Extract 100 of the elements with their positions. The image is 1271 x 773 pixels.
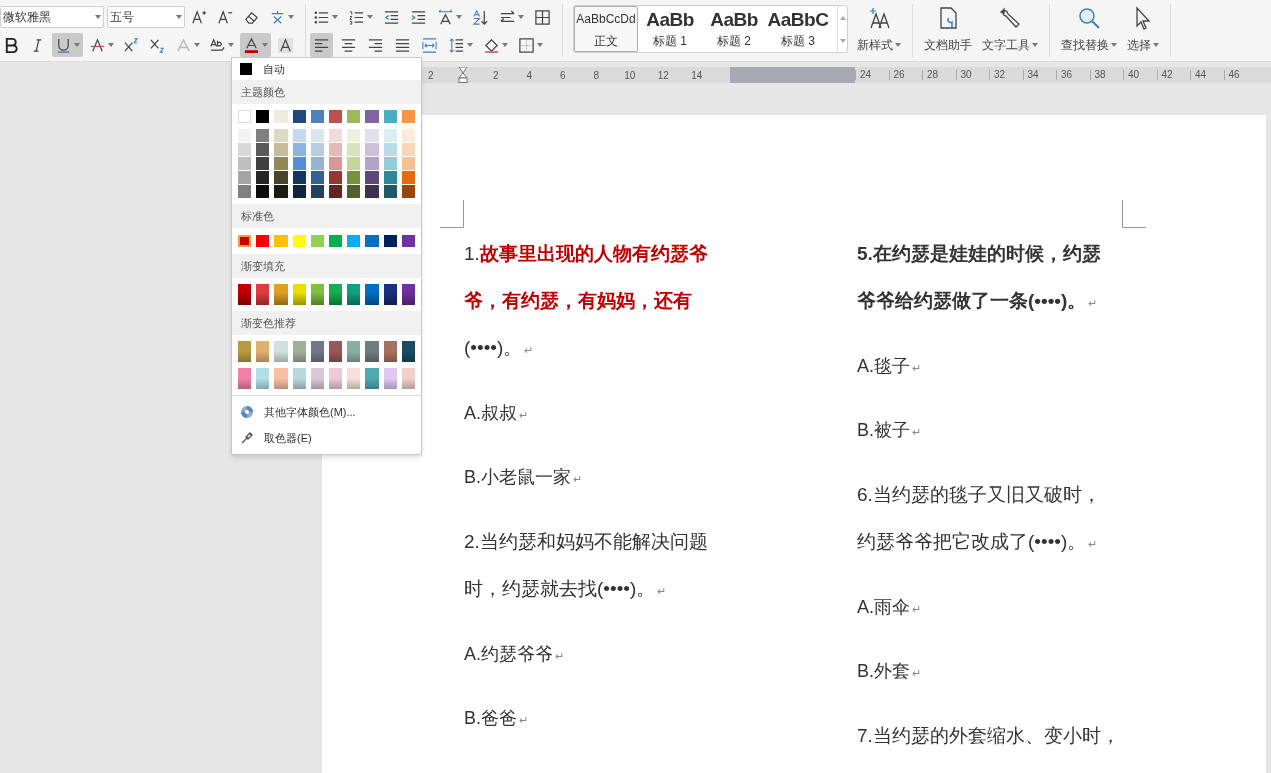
font-name-dropdown[interactable]: 微软雅黑 [0,6,104,28]
indent-marker-icon[interactable] [458,67,468,83]
more-colors-item[interactable]: 其他字体颜色(M)... [232,399,421,425]
color-swatch[interactable] [256,143,270,156]
gradient-swatch[interactable] [274,284,288,305]
gradient-swatch[interactable] [401,284,415,305]
color-swatch[interactable] [256,157,270,170]
gradient-swatch[interactable] [329,368,343,389]
color-swatch[interactable] [274,235,288,247]
color-swatch[interactable] [292,110,306,123]
select-button[interactable]: 选择 [1122,0,1164,61]
gradient-swatch[interactable] [310,284,324,305]
color-swatch[interactable] [238,110,252,123]
gradient-swatch[interactable] [401,368,415,389]
color-swatch[interactable] [401,143,415,156]
color-swatch[interactable] [329,110,343,123]
color-swatch[interactable] [274,185,288,198]
color-swatch[interactable] [365,110,379,123]
gradient-swatch[interactable] [310,341,324,362]
color-swatch[interactable] [256,185,270,198]
color-swatch[interactable] [365,129,379,142]
color-swatch[interactable] [292,235,306,247]
color-swatch[interactable] [401,171,415,184]
align-left-button[interactable] [310,33,333,57]
color-swatch[interactable] [292,143,306,156]
text-tools-button[interactable]: 文字工具 [977,0,1043,61]
gradient-swatch[interactable] [274,341,288,362]
gradient-swatch[interactable] [292,368,306,389]
scroll-up-icon[interactable] [839,15,846,20]
color-swatch[interactable] [256,171,270,184]
color-swatch[interactable] [238,143,252,156]
style-item[interactable]: AaBbCcDd 正文 [574,6,638,52]
color-swatch[interactable] [401,235,415,247]
gradient-swatch[interactable] [365,284,379,305]
gradient-swatch[interactable] [256,368,270,389]
style-item[interactable]: AaBb 标题 1 [638,6,702,52]
color-swatch[interactable] [310,171,324,184]
gallery-scrollbar[interactable] [837,6,847,52]
color-swatch[interactable] [310,157,324,170]
color-swatch[interactable] [347,157,361,170]
color-swatch[interactable] [401,129,415,142]
find-replace-button[interactable]: 查找替换 [1056,0,1122,61]
gradient-swatch[interactable] [310,368,324,389]
color-swatch[interactable] [347,129,361,142]
color-swatch[interactable] [347,143,361,156]
color-swatch[interactable] [256,235,270,247]
color-swatch[interactable] [383,110,397,123]
color-swatch[interactable] [383,157,397,170]
gradient-swatch[interactable] [383,368,397,389]
gradient-swatch[interactable] [347,341,361,362]
color-swatch[interactable] [383,185,397,198]
new-style-button[interactable]: 新样式 [852,0,906,61]
gradient-swatch[interactable] [329,284,343,305]
color-swatch[interactable] [329,157,343,170]
gradient-swatch[interactable] [383,284,397,305]
color-swatch[interactable] [383,235,397,247]
gradient-swatch[interactable] [292,284,306,305]
color-swatch[interactable] [347,185,361,198]
gradient-swatch[interactable] [256,284,270,305]
color-swatch[interactable] [310,185,324,198]
color-swatch[interactable] [401,157,415,170]
color-swatch[interactable] [365,143,379,156]
gradient-swatch[interactable] [274,368,288,389]
color-swatch[interactable] [365,171,379,184]
gradient-swatch[interactable] [329,341,343,362]
color-swatch[interactable] [365,185,379,198]
color-swatch[interactable] [329,235,343,247]
style-item[interactable]: AaBb 标题 2 [702,6,766,52]
color-swatch[interactable] [238,185,252,198]
gradient-swatch[interactable] [383,341,397,362]
gradient-swatch[interactable] [365,341,379,362]
underline-button[interactable] [52,33,83,57]
font-color-button[interactable] [240,33,271,57]
color-swatch[interactable] [256,129,270,142]
color-swatch[interactable] [292,129,306,142]
doc-helper-button[interactable]: 文档助手 [919,0,977,61]
color-swatch[interactable] [292,171,306,184]
color-swatch[interactable] [347,171,361,184]
color-swatch[interactable] [329,129,343,142]
style-item[interactable]: AaBbC 标题 3 [766,6,830,52]
color-swatch[interactable] [274,157,288,170]
color-swatch[interactable] [238,171,252,184]
color-swatch[interactable] [329,143,343,156]
color-swatch[interactable] [383,129,397,142]
gradient-swatch[interactable] [238,368,252,389]
automatic-color-item[interactable]: 自动 [232,58,421,80]
color-swatch[interactable] [310,143,324,156]
gradient-swatch[interactable] [365,368,379,389]
color-swatch[interactable] [401,185,415,198]
color-swatch[interactable] [365,157,379,170]
color-swatch[interactable] [329,171,343,184]
gradient-swatch[interactable] [347,284,361,305]
color-swatch[interactable] [274,129,288,142]
color-swatch[interactable] [310,235,324,247]
gradient-swatch[interactable] [238,341,252,362]
color-swatch[interactable] [347,110,361,123]
color-swatch[interactable] [238,157,252,170]
gradient-swatch[interactable] [347,368,361,389]
color-swatch[interactable] [383,171,397,184]
scroll-down-icon[interactable] [839,38,846,43]
